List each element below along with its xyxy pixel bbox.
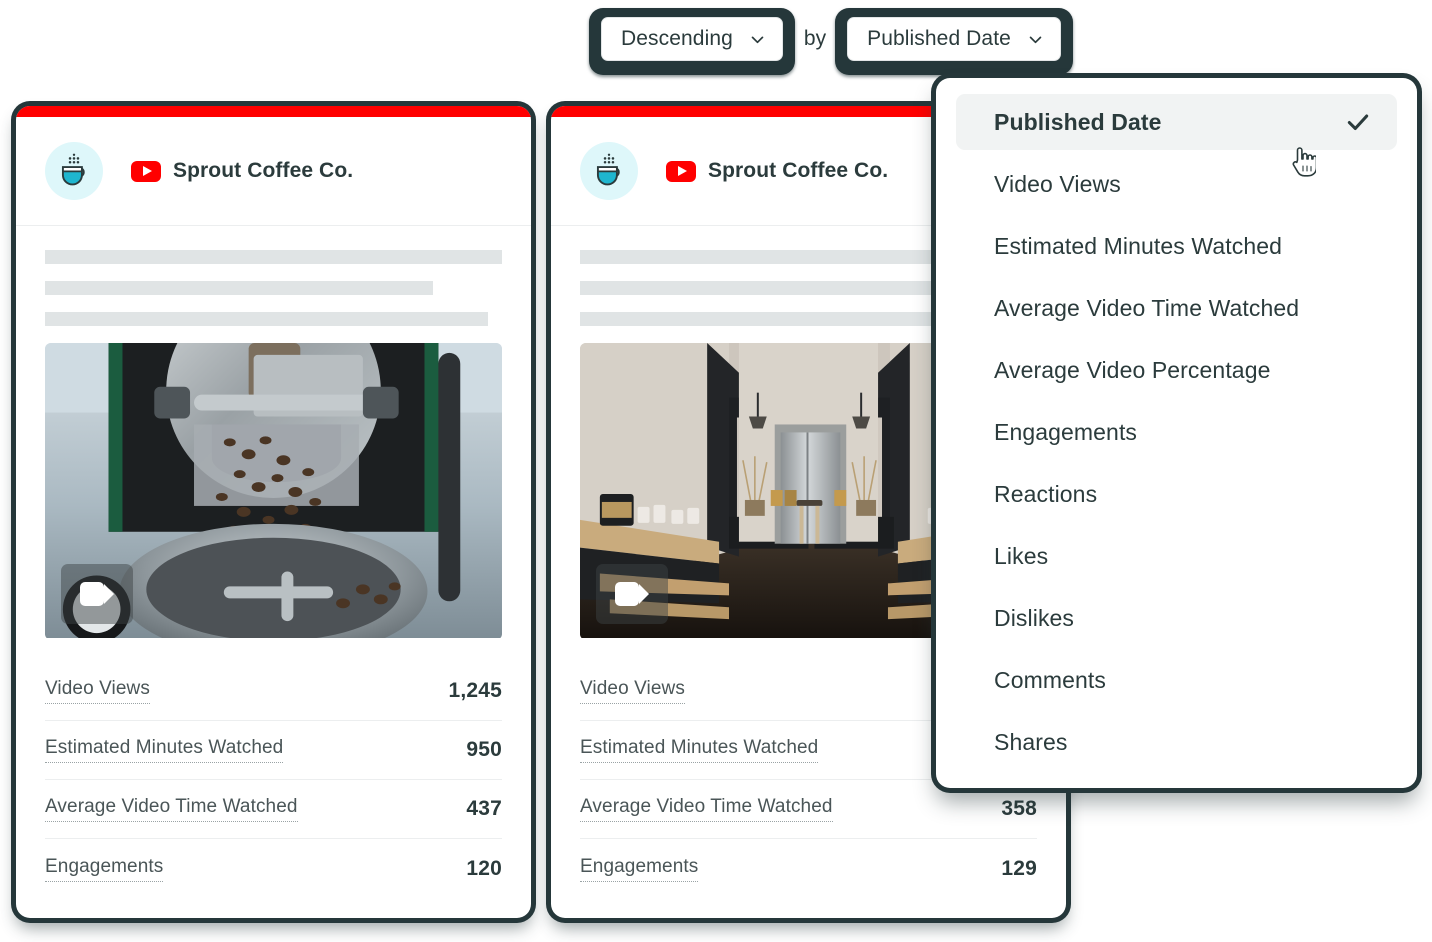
card-header-identity: Sprout Coffee Co. [666, 159, 888, 183]
video-badge [61, 564, 133, 624]
coffee-cup-icon [596, 153, 620, 186]
dropdown-option-engagements[interactable]: Engagements [956, 404, 1397, 460]
skeleton-line [580, 281, 951, 295]
dropdown-option-comments[interactable]: Comments [956, 652, 1397, 708]
sort-direction-select-shell: Descending [589, 8, 795, 75]
avatar [580, 142, 638, 200]
chevron-down-icon [751, 36, 764, 43]
sort-field-select[interactable]: Published Date [847, 17, 1061, 61]
chevron-down-icon [1029, 36, 1042, 43]
video-camera-icon [615, 582, 649, 606]
sort-field-select-shell: Published Date [835, 8, 1073, 75]
sort-field-dropdown-menu: Published Date Video Views Estimated Min… [936, 78, 1417, 788]
dropdown-option-label: Average Video Time Watched [994, 294, 1300, 321]
profile-name: Sprout Coffee Co. [173, 159, 354, 182]
video-camera-icon [80, 582, 114, 606]
post-text-skeleton [16, 226, 531, 326]
card-header-identity: Sprout Coffee Co. [131, 159, 353, 183]
sort-field-value: Published Date [867, 27, 1011, 50]
metric-label: Engagements [45, 856, 164, 882]
metric-row: Video Views 1,245 [45, 662, 502, 721]
metric-value: 1,245 [448, 679, 502, 702]
network-accent-bar [16, 106, 531, 117]
skeleton-line [45, 250, 502, 264]
dropdown-option-label: Likes [994, 542, 1049, 569]
dropdown-option-label: Comments [994, 666, 1106, 693]
dropdown-option-published-date[interactable]: Published Date [956, 94, 1397, 150]
dropdown-option-estimated-minutes-watched[interactable]: Estimated Minutes Watched [956, 218, 1397, 274]
dropdown-option-label: Estimated Minutes Watched [994, 232, 1282, 259]
dropdown-option-average-video-percentage[interactable]: Average Video Percentage [956, 342, 1397, 398]
metric-label: Video Views [45, 678, 150, 704]
metric-row: Estimated Minutes Watched 950 [45, 721, 502, 780]
skeleton-line [45, 281, 434, 295]
metrics-list: Video Views 1,245 Estimated Minutes Watc… [16, 662, 531, 898]
metric-label: Estimated Minutes Watched [580, 737, 819, 763]
card-header: Sprout Coffee Co. [16, 117, 531, 226]
dropdown-option-average-video-time-watched[interactable]: Average Video Time Watched [956, 280, 1397, 336]
metric-label: Estimated Minutes Watched [45, 737, 284, 763]
dropdown-option-likes[interactable]: Likes [956, 528, 1397, 584]
sort-direction-value: Descending [621, 27, 733, 50]
dropdown-option-label: Average Video Percentage [994, 356, 1271, 383]
dropdown-option-label: Dislikes [994, 604, 1075, 631]
metric-value: 358 [1001, 797, 1037, 820]
youtube-icon [666, 160, 696, 182]
metric-row: Engagements 120 [45, 839, 502, 898]
avatar [45, 142, 103, 200]
skeleton-line [45, 312, 489, 326]
metric-row: Average Video Time Watched 437 [45, 780, 502, 839]
metric-value: 120 [466, 856, 502, 880]
profile-name: Sprout Coffee Co. [708, 159, 889, 182]
post-card[interactable]: Sprout Coffee Co. [16, 106, 531, 918]
dropdown-option-shares[interactable]: Shares [956, 714, 1397, 770]
dropdown-option-label: Engagements [994, 418, 1138, 445]
check-icon [1347, 114, 1369, 131]
dropdown-option-reactions[interactable]: Reactions [956, 466, 1397, 522]
coffee-cup-icon [61, 153, 85, 186]
dropdown-option-label: Published Date [994, 108, 1162, 135]
metric-label: Engagements [580, 856, 699, 882]
dropdown-option-label: Reactions [994, 480, 1098, 507]
sort-conjunction-label: by [803, 27, 827, 50]
metric-label: Average Video Time Watched [580, 796, 833, 822]
metric-label: Video Views [580, 678, 685, 704]
video-badge [596, 564, 668, 624]
sort-direction-select[interactable]: Descending [601, 17, 783, 61]
sort-control-bar: Descending by Published Date [589, 8, 1073, 75]
dropdown-option-dislikes[interactable]: Dislikes [956, 590, 1397, 646]
post-media-thumbnail[interactable] [45, 343, 502, 640]
metric-value: 950 [466, 738, 502, 761]
dropdown-option-label: Video Views [994, 170, 1121, 197]
youtube-icon [131, 160, 161, 182]
metric-label: Average Video Time Watched [45, 796, 298, 822]
metric-value: 129 [1001, 856, 1037, 880]
dropdown-option-video-views[interactable]: Video Views [956, 156, 1397, 212]
metric-row: Average Video Time Watched 358 [580, 780, 1037, 839]
metric-row: Engagements 129 [580, 839, 1037, 898]
dropdown-option-label: Shares [994, 728, 1068, 755]
metric-value: 437 [466, 797, 502, 820]
